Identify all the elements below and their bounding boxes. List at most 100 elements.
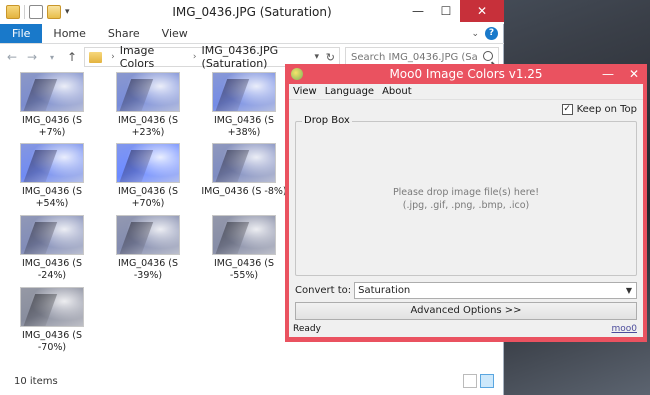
file-name-line: +38%): [227, 127, 261, 138]
folder-icon: [89, 51, 103, 63]
item-count: 10 items: [14, 376, 58, 387]
maximize-button[interactable]: ☐: [432, 0, 460, 22]
window-controls: — ☐ ✕: [404, 0, 504, 22]
tab-view[interactable]: View: [151, 24, 199, 43]
menu-view[interactable]: View: [289, 84, 321, 99]
file-name: IMG_0436 (S -70%): [8, 330, 96, 354]
chevron-down-icon[interactable]: ▼: [626, 283, 632, 298]
details-view-icon[interactable]: [463, 374, 477, 388]
recent-locations-icon[interactable]: ▾: [44, 53, 60, 62]
file-item[interactable]: IMG_0436 (S -39%): [104, 215, 192, 282]
ribbon-tabs: File Home Share View ⌄ ?: [0, 24, 504, 44]
moo0-menu-bar: View Language About: [289, 84, 643, 100]
file-item[interactable]: IMG_0436 (S +70%): [104, 143, 192, 210]
file-item[interactable]: IMG_0436 (S -8%): [200, 143, 288, 198]
image-thumbnail[interactable]: [20, 287, 84, 327]
file-item[interactable]: IMG_0436 (S +7%): [8, 72, 96, 139]
moo0-titlebar: Moo0 Image Colors v1.25 — ✕: [285, 64, 647, 84]
file-name-line: IMG_0436 (S: [213, 258, 275, 269]
file-item[interactable]: IMG_0436 (S -24%): [8, 215, 96, 282]
image-thumbnail[interactable]: [116, 72, 180, 112]
drop-box[interactable]: Drop Box Please drop image file(s) here!…: [295, 115, 637, 276]
keep-on-top-checkbox[interactable]: ✓ Keep on Top: [561, 104, 637, 115]
file-item[interactable]: IMG_0436 (S -55%): [200, 215, 288, 282]
search-input[interactable]: [346, 51, 478, 63]
menu-about[interactable]: About: [378, 84, 416, 99]
file-item[interactable]: IMG_0436 (S +23%): [104, 72, 192, 139]
file-name: IMG_0436 (S +54%): [8, 186, 96, 210]
drop-hint: Please drop image file(s) here! (.jpg, .…: [296, 186, 636, 212]
advanced-options-button[interactable]: Advanced Options >>: [295, 302, 637, 320]
keep-on-top-label: Keep on Top: [576, 104, 637, 115]
explorer-titlebar: ▾ IMG_0436.JPG (Saturation) — ☐ ✕: [0, 0, 504, 24]
moo0-window-title: Moo0 Image Colors v1.25: [389, 67, 543, 81]
file-name-line: IMG_0436 (S -8%): [201, 186, 287, 197]
checkbox-check-icon[interactable]: ✓: [561, 104, 573, 115]
search-icon[interactable]: [483, 51, 493, 61]
file-name-line: IMG_0436 (S: [117, 186, 179, 197]
expand-ribbon-icon[interactable]: ⌄: [471, 29, 479, 39]
moo0-close-button[interactable]: ✕: [621, 64, 647, 84]
back-arrow-icon[interactable]: ←: [4, 50, 20, 64]
file-name: IMG_0436 (S -39%): [104, 258, 192, 282]
file-item[interactable]: IMG_0436 (S +54%): [8, 143, 96, 210]
file-name-line: -39%): [133, 270, 163, 281]
moo0-window: Moo0 Image Colors v1.25 — ✕ View Languag…: [285, 64, 647, 342]
file-item[interactable]: IMG_0436 (S +38%): [200, 72, 288, 139]
convert-to-select[interactable]: Saturation ▼: [354, 281, 637, 299]
file-name-line: IMG_0436 (S: [21, 186, 83, 197]
moo0-minimize-button[interactable]: —: [595, 64, 621, 84]
file-name-line: +7%): [38, 127, 66, 138]
file-name-line: IMG_0436 (S: [21, 258, 83, 269]
convert-to-value: Saturation: [358, 284, 411, 296]
file-name: IMG_0436 (S +70%): [104, 186, 192, 210]
drop-hint-line2: (.jpg, .gif, .png, .bmp, .ico): [402, 200, 530, 211]
file-name-line: IMG_0436 (S: [21, 115, 83, 126]
file-name-line: IMG_0436 (S: [117, 115, 179, 126]
file-name-line: +54%): [35, 198, 69, 209]
file-name: IMG_0436 (S -55%): [200, 258, 288, 282]
minimize-button[interactable]: —: [404, 0, 432, 22]
file-name: IMG_0436 (S -24%): [8, 258, 96, 282]
moo0-status: Ready: [293, 324, 321, 334]
file-name-line: IMG_0436 (S: [213, 115, 275, 126]
breadcrumb-image-colors[interactable]: Image Colors: [120, 44, 188, 70]
image-thumbnail[interactable]: [212, 72, 276, 112]
image-thumbnail[interactable]: [212, 215, 276, 255]
address-dropdown-icon[interactable]: ▾: [314, 52, 319, 62]
image-thumbnail[interactable]: [116, 215, 180, 255]
up-arrow-icon[interactable]: ↑: [64, 50, 80, 64]
image-thumbnail[interactable]: [20, 72, 84, 112]
menu-language[interactable]: Language: [321, 84, 378, 99]
view-switcher: [463, 374, 494, 388]
refresh-icon[interactable]: ↻: [326, 51, 335, 64]
convert-row: Convert to: Saturation ▼: [295, 281, 637, 299]
image-thumbnail[interactable]: [20, 215, 84, 255]
file-name-line: -55%): [229, 270, 259, 281]
tab-share[interactable]: Share: [97, 24, 151, 43]
file-name: IMG_0436 (S +23%): [104, 115, 192, 139]
file-name: IMG_0436 (S -8%): [200, 186, 288, 198]
drop-box-label: Drop Box: [302, 115, 352, 126]
file-item[interactable]: IMG_0436 (S -70%): [8, 287, 96, 354]
image-thumbnail[interactable]: [116, 143, 180, 183]
image-thumbnail[interactable]: [212, 143, 276, 183]
breadcrumb-separator-icon[interactable]: ›: [193, 52, 197, 62]
ribbon-right: ⌄ ?: [471, 27, 498, 40]
help-icon[interactable]: ?: [485, 27, 498, 40]
breadcrumb-separator-icon[interactable]: ›: [111, 52, 115, 62]
close-button[interactable]: ✕: [460, 0, 504, 22]
convert-to-label: Convert to:: [295, 284, 352, 296]
moo0-client-area: View Language About ✓ Keep on Top Drop B…: [289, 84, 643, 337]
tab-file[interactable]: File: [0, 24, 43, 43]
file-name: IMG_0436 (S +38%): [200, 115, 288, 139]
forward-arrow-icon[interactable]: →: [24, 50, 40, 64]
image-thumbnail[interactable]: [20, 143, 84, 183]
moo0-link[interactable]: moo0: [611, 324, 637, 334]
file-name: IMG_0436 (S +7%): [8, 115, 96, 139]
file-name-line: -70%): [37, 342, 67, 353]
large-icons-view-icon[interactable]: [480, 374, 494, 388]
file-name-line: IMG_0436 (S: [21, 330, 83, 341]
tab-home[interactable]: Home: [42, 24, 96, 43]
file-name-line: -24%): [37, 270, 67, 281]
